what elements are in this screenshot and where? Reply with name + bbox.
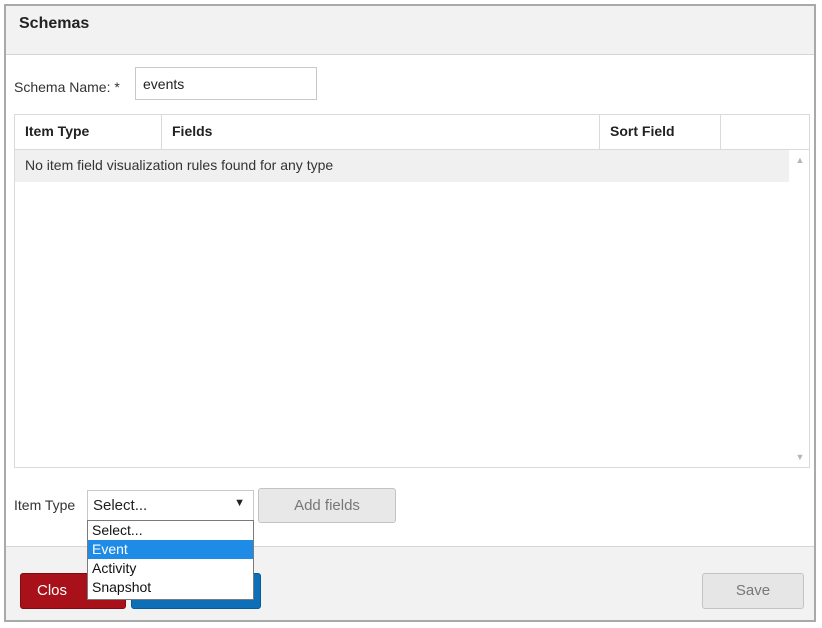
item-type-select[interactable]: Select... ▼ xyxy=(87,490,254,521)
scroll-up-icon[interactable]: ▲ xyxy=(791,153,809,167)
dropdown-option-snapshot[interactable]: Snapshot xyxy=(88,578,253,597)
grid-scrollbar[interactable]: ▲ ▼ xyxy=(791,150,809,467)
rules-grid: Item Type Fields Sort Field No item fiel… xyxy=(14,114,810,468)
dropdown-option-activity[interactable]: Activity xyxy=(88,559,253,578)
schemas-dialog: Schemas Schema Name: * Item Type Fields … xyxy=(4,4,816,622)
dialog-header: Schemas xyxy=(6,6,814,55)
schema-name-label: Schema Name: * xyxy=(14,79,120,95)
item-type-label: Item Type xyxy=(14,497,76,513)
item-type-selected-value: Select... xyxy=(93,497,148,514)
scroll-down-icon[interactable]: ▼ xyxy=(791,450,809,464)
dialog-title: Schemas xyxy=(19,15,90,32)
schema-name-input[interactable] xyxy=(135,67,317,100)
grid-body: No item field visualization rules found … xyxy=(15,150,809,467)
column-header-sort-field[interactable]: Sort Field xyxy=(600,115,721,149)
column-header-item-type[interactable]: Item Type xyxy=(15,115,162,149)
grid-header: Item Type Fields Sort Field xyxy=(15,115,809,150)
column-header-fields[interactable]: Fields xyxy=(162,115,600,149)
save-button[interactable]: Save xyxy=(702,573,804,609)
dropdown-option-event[interactable]: Event xyxy=(88,540,253,559)
dropdown-option-select[interactable]: Select... xyxy=(88,521,253,540)
item-type-dropdown-list[interactable]: Select... Event Activity Snapshot xyxy=(87,520,254,600)
empty-message-row: No item field visualization rules found … xyxy=(15,150,789,182)
add-fields-button[interactable]: Add fields xyxy=(258,488,396,523)
dropdown-arrow-icon: ▼ xyxy=(234,497,245,509)
